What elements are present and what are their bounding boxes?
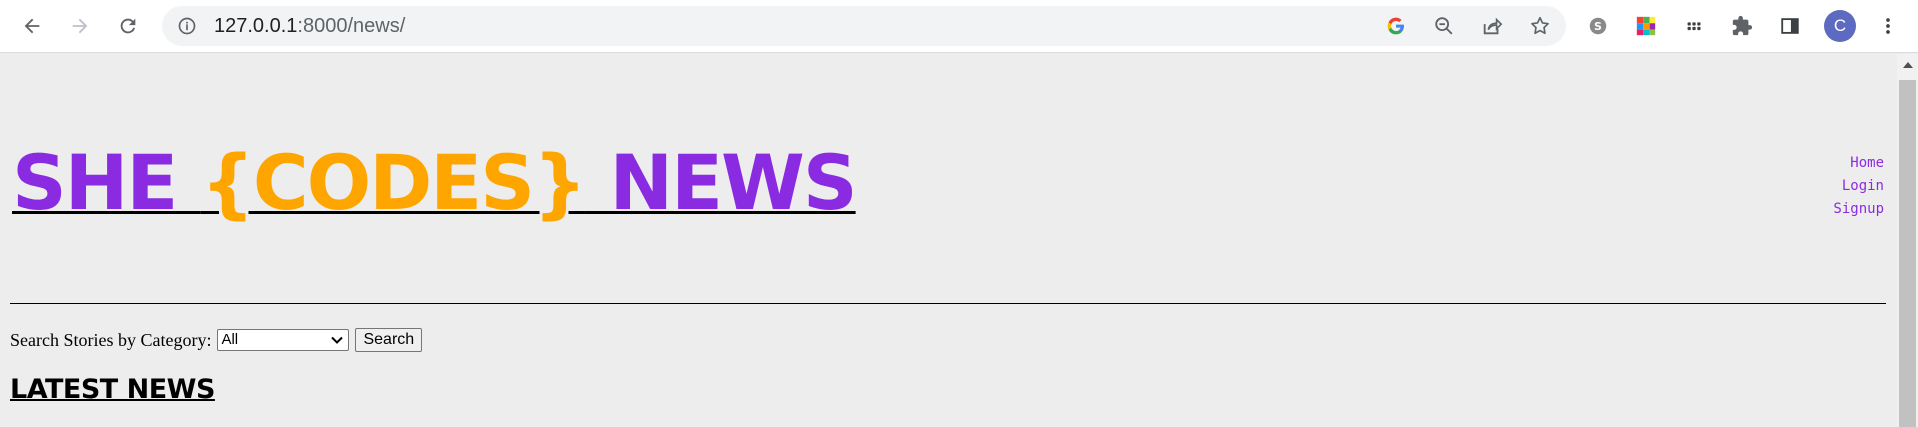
site-nav: Home Login Signup xyxy=(1833,152,1884,221)
site-title-she: SHE xyxy=(12,138,201,227)
more-menu-icon[interactable] xyxy=(1870,8,1906,44)
forward-button[interactable] xyxy=(62,8,98,44)
page-scrollbar[interactable] xyxy=(1897,54,1918,427)
address-bar[interactable]: 127.0.0.1:8000/news/ xyxy=(162,6,1566,46)
svg-text:S: S xyxy=(1594,20,1602,33)
extensions-puzzle-icon[interactable] xyxy=(1724,8,1760,44)
scroll-thumb[interactable] xyxy=(1899,80,1916,427)
category-search-form: Search Stories by Category: All Search xyxy=(10,328,423,352)
reload-icon xyxy=(120,18,136,34)
back-button[interactable] xyxy=(14,8,50,44)
reload-button[interactable] xyxy=(110,8,146,44)
search-label: Search Stories by Category: xyxy=(10,329,212,350)
header-divider xyxy=(10,303,1886,304)
scroll-up-arrow-icon[interactable] xyxy=(1903,62,1913,68)
latest-news-heading: LATEST NEWS xyxy=(10,374,215,405)
chevron-down-icon xyxy=(331,336,344,344)
skype-extension-icon[interactable]: S xyxy=(1580,8,1616,44)
color-palette-extension-icon[interactable] xyxy=(1628,8,1664,44)
category-select[interactable]: All xyxy=(217,329,350,351)
url-host: 127.0.0.1 xyxy=(214,15,298,37)
url-path: :8000/news/ xyxy=(297,15,406,37)
url-text[interactable]: 127.0.0.1:8000/news/ xyxy=(214,14,405,38)
category-select-value: All xyxy=(221,331,239,348)
side-panel-icon[interactable] xyxy=(1772,8,1808,44)
google-icon[interactable] xyxy=(1382,12,1410,40)
site-info-icon[interactable] xyxy=(176,15,198,37)
zoom-out-icon[interactable] xyxy=(1430,12,1458,40)
forward-arrow-icon xyxy=(72,18,88,34)
site-title-codes: {CODES} xyxy=(200,138,587,227)
profile-avatar[interactable]: C xyxy=(1824,10,1856,42)
nav-home-link[interactable]: Home xyxy=(1833,152,1884,175)
nav-signup-link[interactable]: Signup xyxy=(1833,198,1884,221)
browser-toolbar: 127.0.0.1:8000/news/ S C xyxy=(0,0,1918,53)
bookmark-star-icon[interactable] xyxy=(1526,12,1554,40)
apps-grid-icon[interactable] xyxy=(1676,8,1712,44)
site-title-link[interactable]: SHE {CODES} NEWS xyxy=(12,138,858,228)
nav-login-link[interactable]: Login xyxy=(1833,175,1884,198)
back-arrow-icon xyxy=(24,18,40,34)
search-button[interactable]: Search xyxy=(355,328,423,352)
site-title-news: NEWS xyxy=(585,138,858,227)
share-icon[interactable] xyxy=(1478,12,1506,40)
